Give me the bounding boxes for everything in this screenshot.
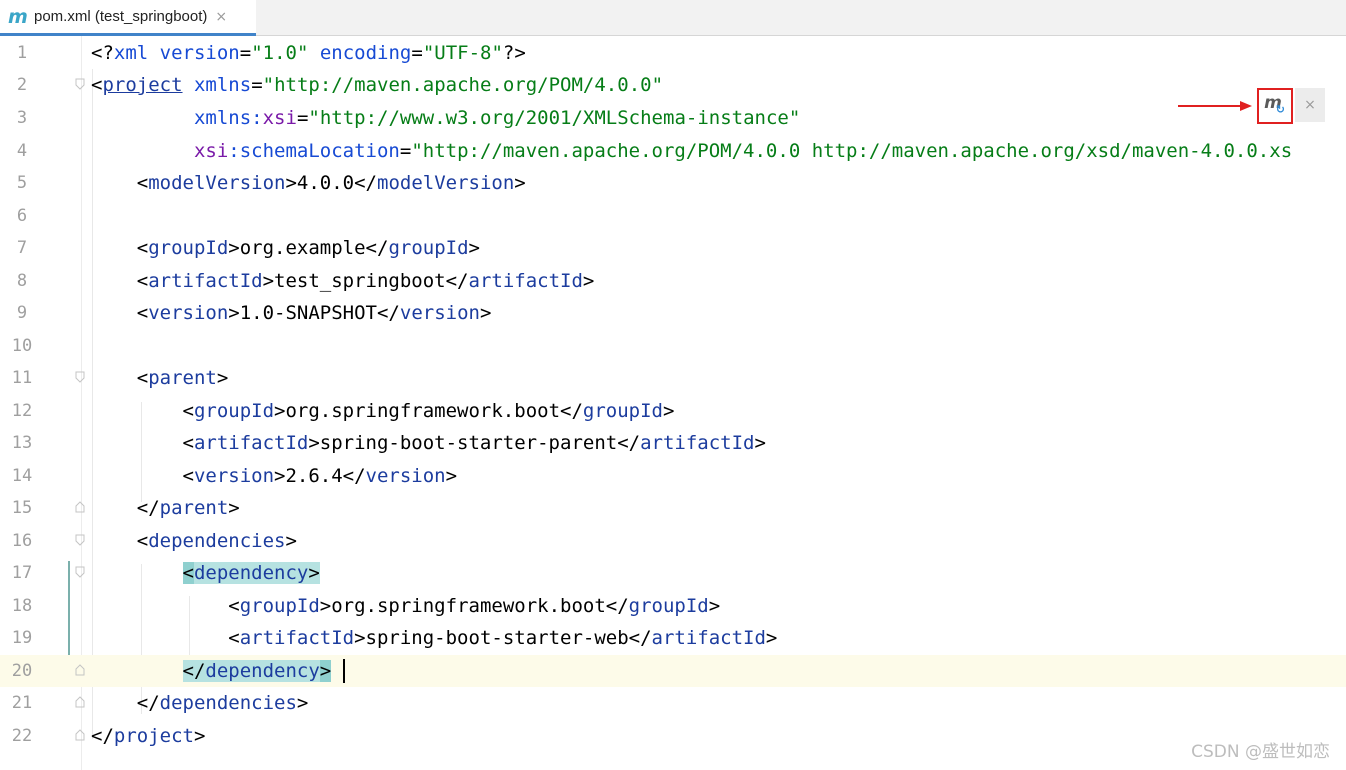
code-text: <dependencies> <box>91 530 297 552</box>
fold-icon[interactable] <box>75 371 85 383</box>
code-text: <modelVersion>4.0.0</modelVersion> <box>91 172 526 194</box>
code-text: <artifactId>spring-boot-starter-parent</… <box>91 432 766 454</box>
line-number: 2 <box>16 75 28 95</box>
line-number: 17 <box>11 563 33 583</box>
code-line: 18 <groupId>org.springframework.boot</gr… <box>0 590 1346 622</box>
line-number: 19 <box>11 628 33 648</box>
line-number: 18 <box>11 596 33 616</box>
line-number: 4 <box>16 141 28 161</box>
line-number: 5 <box>16 173 28 193</box>
fold-end-icon[interactable] <box>75 696 85 708</box>
line-number: 9 <box>16 303 28 323</box>
fold-end-icon[interactable] <box>75 664 85 676</box>
code-line: 8 <artifactId>test_springboot</artifactI… <box>0 265 1346 297</box>
line-number: 15 <box>11 498 33 518</box>
code-line: 13 <artifactId>spring-boot-starter-paren… <box>0 427 1346 459</box>
red-arrow-annotation <box>1178 101 1252 111</box>
code-text: <?xml version="1.0" encoding="UTF-8"?> <box>91 42 526 64</box>
code-line: 10 <box>0 330 1346 362</box>
fold-end-icon[interactable] <box>75 501 85 513</box>
code-text: <parent> <box>91 367 229 389</box>
close-notification-button[interactable]: × <box>1295 88 1325 122</box>
code-text: <artifactId>test_springboot</artifactId> <box>91 270 595 292</box>
code-text: xmlns:xsi="http://www.w3.org/2001/XMLSch… <box>193 107 801 129</box>
line-number: 8 <box>16 271 28 291</box>
tab-pom-xml[interactable]: m pom.xml (test_springboot) × <box>0 0 256 36</box>
code-text: <artifactId>spring-boot-starter-web</art… <box>91 627 778 649</box>
code-line: 1 <?xml version="1.0" encoding="UTF-8"?> <box>0 37 1346 69</box>
code-text: <version>2.6.4</version> <box>91 465 458 487</box>
code-line: 15 </parent> <box>0 492 1346 524</box>
code-line: 11 <parent> <box>0 362 1346 394</box>
maven-reload-button[interactable]: m ↻ <box>1257 88 1293 124</box>
code-line: 5 <modelVersion>4.0.0</modelVersion> <box>0 167 1346 199</box>
code-text: </dependency> <box>182 660 332 682</box>
code-text: </project> <box>91 725 206 747</box>
code-text: </dependencies> <box>91 692 309 714</box>
code-line: 9 <version>1.0-SNAPSHOT</version> <box>0 297 1346 329</box>
line-number: 1 <box>16 43 28 63</box>
watermark: CSDN @盛世如恋 <box>1191 742 1330 762</box>
fold-icon[interactable] <box>75 534 85 546</box>
code-text: <groupId>org.example</groupId> <box>91 237 480 259</box>
code-text: <dependency> <box>182 562 320 584</box>
line-number: 20 <box>11 661 33 681</box>
line-number: 6 <box>16 206 28 226</box>
tab-close-icon[interactable]: × <box>215 9 227 25</box>
fold-end-icon[interactable] <box>75 729 85 741</box>
code-line: 3 xmlns:xsi="http://www.w3.org/2001/XMLS… <box>0 102 1346 134</box>
maven-m-icon: m <box>8 5 28 28</box>
code-line: 2 <project xmlns="http://maven.apache.or… <box>0 69 1346 101</box>
code-text: <project xmlns="http://maven.apache.org/… <box>91 74 664 96</box>
code-editor[interactable]: 1 <?xml version="1.0" encoding="UTF-8"?>… <box>0 37 1346 770</box>
code-text: </parent> <box>91 497 240 519</box>
code-line: 4 xsi:schemaLocation="http://maven.apach… <box>0 135 1346 167</box>
tab-label: pom.xml (test_springboot) <box>34 8 208 25</box>
line-number: 7 <box>16 238 28 258</box>
line-number: 10 <box>11 336 33 356</box>
line-number: 22 <box>11 726 33 746</box>
line-number: 16 <box>11 531 33 551</box>
code-line: 6 <box>0 200 1346 232</box>
code-line: 12 <groupId>org.springframework.boot</gr… <box>0 395 1346 427</box>
code-line: 17 <dependency> <box>0 557 1346 589</box>
line-number: 21 <box>11 693 33 713</box>
code-text: <groupId>org.springframework.boot</group… <box>91 595 721 617</box>
refresh-icon: ↻ <box>1275 103 1285 116</box>
code-line: 21 </dependencies> <box>0 687 1346 719</box>
line-number: 12 <box>11 401 33 421</box>
line-number: 3 <box>16 108 28 128</box>
code-text: <version>1.0-SNAPSHOT</version> <box>91 302 492 324</box>
fold-icon[interactable] <box>75 566 85 578</box>
text-cursor <box>343 659 345 683</box>
code-line: 16 <dependencies> <box>0 525 1346 557</box>
editor-tab-bar: m pom.xml (test_springboot) × <box>0 0 1346 36</box>
code-line-current: 20 </dependency> <box>0 655 1346 687</box>
code-line: 22 </project> <box>0 720 1346 752</box>
code-line: 7 <groupId>org.example</groupId> <box>0 232 1346 264</box>
line-number: 11 <box>11 368 33 388</box>
code-text: xsi:schemaLocation="http://maven.apache.… <box>193 140 1293 162</box>
line-number: 14 <box>11 466 33 486</box>
code-text: <groupId>org.springframework.boot</group… <box>91 400 675 422</box>
code-line: 19 <artifactId>spring-boot-starter-web</… <box>0 622 1346 654</box>
fold-icon[interactable] <box>75 78 85 90</box>
line-number: 13 <box>11 433 33 453</box>
code-line: 14 <version>2.6.4</version> <box>0 460 1346 492</box>
